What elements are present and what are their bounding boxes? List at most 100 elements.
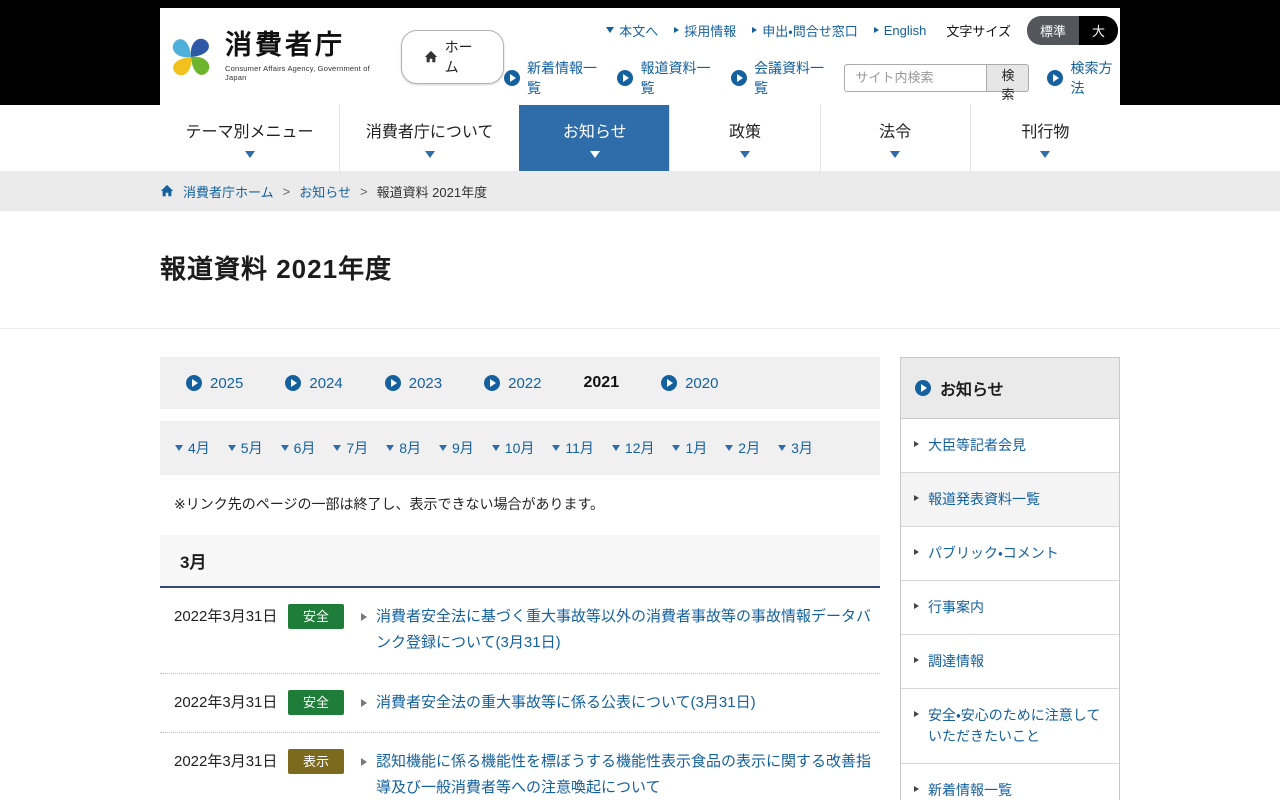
release-row: 2022年3月31日 表示 認知機能に係る機能性を標ぼうする機能性表示食品の表示… [160,733,880,800]
search-button[interactable]: 検索 [986,63,1030,102]
year-link-2024[interactable]: 2024 [285,374,343,392]
caret-down-icon [890,151,901,158]
month-link-3[interactable]: 3月 [778,438,813,458]
year-label: 2025 [210,374,244,392]
tab-laws[interactable]: 法令 [819,105,970,171]
circle-arrow-icon [730,69,747,86]
tab-label: テーマ別メニュー [185,124,314,141]
search-help-link[interactable]: 検索方法 [1047,58,1118,98]
year-link-2022[interactable]: 2022 [484,375,542,392]
press-materials-list-link[interactable]: 報道資料一覧 [617,58,713,98]
font-size-large-button[interactable]: 大 [1078,15,1118,45]
tab-news[interactable]: お知らせ [519,105,670,171]
year-link-2025[interactable]: 2025 [186,375,243,392]
circle-arrow-icon [484,375,501,391]
tab-label: 法令 [879,124,912,141]
tab-label: 政策 [728,124,761,141]
sidebar-item-new-info[interactable]: 新着情報一覧 [901,764,1119,800]
tab-label: 消費者庁について [365,124,494,141]
font-size-switcher: 標準 大 [1026,15,1118,45]
quick-link-label: 新着情報一覧 [526,59,597,96]
recruit-link[interactable]: 採用情報 [674,21,736,40]
month-link-4[interactable]: 4月 [175,438,210,458]
release-link[interactable]: 認知機能に係る機能性を標ぼうする機能性表示食品の表示に関する改善指導及び一般消費… [376,749,874,800]
month-link-11[interactable]: 11月 [552,438,594,458]
sidebar-item-public-comment[interactable]: パブリック・コメント [901,527,1119,581]
breadcrumb-news-link[interactable]: お知らせ [299,182,351,201]
caret-down-icon [672,445,681,451]
site-search-input[interactable] [844,63,987,92]
month-link-2[interactable]: 2月 [725,438,760,458]
page-title: 報道資料 2021年度 [160,254,393,284]
tab-about-agency[interactable]: 消費者庁について [339,105,519,171]
circle-arrow-icon [285,375,302,391]
main-column: 2025 2024 2023 2022 2021 2020 4月 5月 6月 7… [160,357,880,800]
month-label: 11月 [565,440,594,456]
breadcrumb: 消費者庁ホーム > お知らせ > 報道資料 2021年度 [0,171,1280,211]
arrow-right-icon [674,27,680,33]
meeting-materials-list-link[interactable]: 会議資料一覧 [730,58,827,98]
sidebar-item-press-releases[interactable]: 報道発表資料一覧 [901,473,1119,527]
sidebar-item-label: 新着情報一覧 [928,782,1012,798]
year-label: 2021 [583,374,620,391]
circle-arrow-icon [503,69,520,86]
sidebar-item-label: 安全・安心のために注意していただきたいこと [928,707,1101,744]
month-link-10[interactable]: 10月 [491,438,534,458]
caret-down-icon [227,445,236,451]
header-inner: 消費者庁 Consumer Affairs Agency, Government… [160,8,1120,105]
tab-publications[interactable]: 刊行物 [969,105,1120,171]
circle-arrow-icon [186,375,202,391]
tab-theme-menu[interactable]: テーマ別メニュー [160,105,339,171]
year-label: 2024 [309,374,343,392]
arrow-right-icon [752,27,758,33]
breadcrumb-home-link[interactable]: 消費者庁ホーム [183,182,274,201]
site-header: 消費者庁 Consumer Affairs Agency, Government… [0,0,1280,105]
quick-link-label: 報道資料一覧 [640,59,711,96]
year-label: 2023 [408,374,443,392]
house-icon [424,50,438,64]
month-label: 3月 [791,440,813,456]
main-navigation: テーマ別メニュー 消費者庁について お知らせ 政策 法令 刊行物 [0,105,1280,171]
caret-down-icon [244,151,255,158]
month-link-9[interactable]: 9月 [438,438,474,458]
caret-down-icon [386,445,395,451]
arrow-right-icon [914,549,919,555]
caret-down-icon [589,151,600,158]
sidebar-item-label: 大臣等記者会見 [928,437,1026,453]
font-size-label: 文字サイズ [946,23,1011,39]
year-link-2023[interactable]: 2023 [384,374,443,392]
sidebar-item-press-conference[interactable]: 大臣等記者会見 [901,419,1119,473]
home-button-label: ホーム [444,38,473,75]
agency-logo[interactable]: 消費者庁 Consumer Affairs Agency, Government… [160,30,375,82]
sidebar-item-label: 行事案内 [928,599,984,615]
new-info-list-link[interactable]: 新着情報一覧 [503,58,600,98]
english-link[interactable]: English [873,23,926,38]
month-link-6[interactable]: 6月 [280,438,315,458]
release-row: 2022年3月31日 安全 消費者安全法の重大事故等に係る公表について(3月31… [160,674,880,733]
breadcrumb-current: 報道資料 2021年度 [376,184,488,200]
sidebar-item-procurement[interactable]: 調達情報 [901,635,1119,689]
release-link[interactable]: 消費者安全法の重大事故等に係る公表について(3月31日) [376,690,874,716]
sidebar-item-events[interactable]: 行事案内 [901,581,1119,635]
month-link-7[interactable]: 7月 [333,438,368,458]
month-link-5[interactable]: 5月 [227,438,263,458]
month-link-8[interactable]: 8月 [386,438,421,458]
release-link[interactable]: 消費者安全法に基づく重大事故等以外の消費者事故等の事故情報データバンク登録につい… [376,604,874,657]
home-button[interactable]: ホーム [400,29,504,84]
year-link-2020[interactable]: 2020 [661,375,718,392]
breadcrumb-separator: > [359,183,368,199]
font-size-standard-button[interactable]: 標準 [1026,15,1079,45]
caret-down-icon [778,445,787,451]
contact-link[interactable]: 申出・問合せ窓口 [752,21,858,40]
month-link-1[interactable]: 1月 [672,438,707,458]
month-label: 7月 [346,440,369,456]
sidebar-item-safety-notice[interactable]: 安全・安心のために注意していただきたいこと [901,689,1119,764]
skip-to-content-link[interactable]: 本文へ [606,21,658,40]
circle-arrow-icon [384,375,401,391]
month-link-12[interactable]: 12月 [611,438,654,458]
sidebar-item-label: パブリック・コメント [928,545,1059,561]
arrow-right-icon [914,495,919,501]
caret-down-icon [424,151,435,158]
tab-policies[interactable]: 政策 [669,105,819,171]
release-date: 2022年3月31日 [174,752,278,770]
